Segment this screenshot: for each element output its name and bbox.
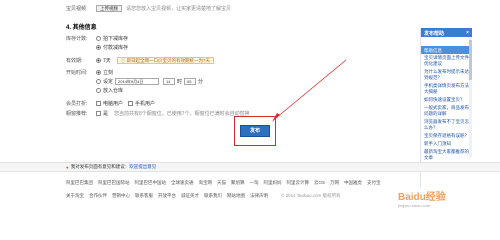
validity-row: 有效期: 7天 ⓘ 即日起全网一口价宝贝的有效期统一为7天 (66, 56, 215, 64)
option-mobile-user: 手机用户 (135, 100, 156, 107)
sidebar-item[interactable]: 宝贝保存退格有误呢？ (421, 132, 472, 140)
radio-order-reduce[interactable] (96, 35, 101, 41)
sidebar-item[interactable]: 宝贝详情页面上传文件优化建议 (421, 54, 472, 68)
radio-start-set[interactable] (96, 78, 101, 84)
footer-link[interactable]: 开放平台 (158, 193, 176, 199)
footer-link[interactable]: 营销中心 (112, 193, 130, 199)
video-label: 宝贝视频 (66, 5, 87, 12)
sidebar-item[interactable]: 手机类详情页发布方法大揭秘 (421, 82, 472, 96)
sidebar-scroll-thumb[interactable] (469, 40, 472, 80)
feedback-link[interactable]: 欢迎提出意见 (129, 164, 156, 170)
section-title: 4. 其他信息 (66, 25, 97, 31)
video-row: 宝贝视频 上传视频 请您您放入宝贝视频，让买家更清楚地了解宝贝 (66, 4, 231, 12)
footer-link[interactable]: 阿里妈妈 (264, 180, 282, 186)
sidebar-item[interactable]: 一般式卖家，商品发布问题的详解 (421, 104, 472, 118)
radio-warehouse[interactable] (96, 87, 101, 93)
hour-sep: 时 (177, 78, 183, 85)
recommend-row: 橱窗推荐: 是 您当前共有8个橱窗位，已使用7个，橱窗位已满时会自动替换 (66, 109, 250, 117)
footer-links-row1: 阿里巴巴集团 阿里巴巴国际站 阿里巴巴中国站 全球速卖通 淘宝网 天猫 聚划算 … (66, 180, 406, 186)
minute-sep: 分 (198, 78, 204, 85)
footer-link[interactable]: 阿里巴巴国际站 (98, 180, 130, 186)
option-warehouse: 放入仓库 (103, 87, 124, 94)
inventory-label: 库存计数: (66, 35, 88, 42)
member-row: 会员打折: 电脑用户 手机用户 (66, 99, 155, 107)
footer-link[interactable]: 合作伙伴 (89, 193, 107, 199)
footer-link[interactable]: 诚征英才 (181, 193, 199, 199)
member-label: 会员打折: (66, 100, 88, 107)
start-time-set-row: 设定 2014年9月4日 14 时 05 分 (96, 77, 203, 85)
annotation-arrow (272, 59, 347, 122)
feedback-strip: ● 我对发布页面有意见和建议： 欢迎提出意见 (0, 162, 500, 172)
option-7days: 7天 (103, 57, 111, 64)
footer-link[interactable]: 阿里巴巴中国站 (135, 180, 167, 186)
option-recommend: 是 (103, 110, 109, 117)
sidebar-item[interactable]: 最新淘宝大家都推荐的文章 (421, 148, 472, 162)
inventory-row: 库存计数: 拍下减库存 (66, 34, 128, 42)
footer-link[interactable]: 支付宝 (367, 180, 381, 186)
footer-links-row2: 关于淘宝 合作伙伴 营销中心 联系客服 开放平台 诚征英才 联系我们 网站地图 … (66, 193, 406, 199)
option-pay-reduce: 付款减库存 (103, 44, 129, 51)
video-hint: 请您您放入宝贝视频，让买家更清楚地了解宝贝 (126, 5, 232, 12)
option-pc-user: 电脑用户 (103, 100, 124, 107)
footer-link[interactable]: 云OS (314, 180, 325, 186)
checkbox-pc-user[interactable] (96, 100, 101, 106)
start-time-label: 开始时间: (66, 69, 88, 76)
close-icon[interactable]: × (466, 30, 469, 36)
footer-link[interactable]: 阿里云计算 (287, 180, 310, 186)
checkbox-mobile-user[interactable] (128, 100, 134, 106)
footer-link[interactable]: 阿里巴巴集团 (66, 180, 93, 186)
copyright: © 2014 Taobao.com 版权所有 (281, 193, 341, 198)
sidebar-title: 发布帮助 (424, 31, 445, 37)
notice-text: 即日起全网一口价宝贝的有效期统一为7天 (126, 57, 211, 63)
sidebar-item[interactable]: 为什么发布时提示未达到规范？ (421, 68, 472, 82)
footer-link[interactable]: 网站地图 (227, 193, 245, 199)
sidebar-header: 发布帮助 × (421, 28, 472, 37)
sidebar-item[interactable]: 新手入门须知 (421, 140, 472, 148)
footer-link[interactable]: 一淘 (250, 180, 259, 186)
footer-link[interactable]: 联系客服 (135, 193, 153, 199)
option-start-set: 设定 (103, 78, 114, 85)
recommend-hint: 您当前共有8个橱窗位，已使用7个，橱窗位已满时会自动替换 (114, 110, 250, 117)
watermark-url: jingyan.baidu.com (398, 203, 431, 208)
minute-select[interactable]: 05 (184, 77, 197, 85)
date-input[interactable]: 2014年9月4日 (115, 77, 160, 85)
radio-pay-reduce[interactable] (96, 44, 101, 50)
footer-link[interactable]: 万网 (330, 180, 339, 186)
publish-button[interactable]: 发布 (240, 125, 270, 137)
radio-start-now[interactable] (96, 69, 101, 75)
sidebar-item[interactable]: 如何快速设置宝贝？ (421, 96, 472, 104)
sidebar-line (421, 37, 472, 44)
recommend-label: 橱窗推荐: (66, 110, 88, 117)
inventory-row-2: 付款减库存 (96, 43, 128, 51)
footer-link[interactable]: 法律声明 (250, 193, 268, 199)
watermark-text: Baidu经验 (398, 192, 446, 203)
hour-select[interactable]: 14 (163, 77, 176, 85)
validity-notice: ⓘ 即日起全网一口价宝贝的有效期统一为7天 (116, 56, 215, 64)
footer-link[interactable]: 全球速卖通 (171, 180, 194, 186)
feedback-prefix: 我对发布页面有意见和建议： (70, 164, 130, 169)
validity-label: 有效期: (66, 57, 83, 64)
upload-video-button[interactable]: 上传视频 (96, 4, 122, 12)
start-time-row: 开始时间: 立刻 (66, 68, 113, 76)
option-order-reduce: 拍下减库存 (103, 35, 129, 42)
warehouse-row: 放入仓库 (96, 86, 123, 94)
option-start-now: 立刻 (103, 69, 114, 76)
radio-7days[interactable] (96, 57, 101, 63)
footer-link[interactable]: 淘宝网 (199, 180, 213, 186)
feedback-icon: ● (66, 164, 69, 170)
footer-link[interactable]: 聚划算 (231, 180, 245, 186)
footer-link[interactable]: 关于淘宝 (66, 193, 84, 199)
footer-link[interactable]: 中国雅虎 (344, 180, 362, 186)
watermark: Baidu经验 jingyan.baidu.com (398, 188, 446, 208)
footer-link[interactable]: 联系我们 (204, 193, 222, 199)
sidebar-item[interactable]: 浏览器发布不了宝贝怎么办？ (421, 118, 472, 132)
sidebar-subheader: 帮助信息 (421, 46, 472, 54)
checkbox-recommend[interactable] (96, 110, 101, 116)
footer-link[interactable]: 天猫 (217, 180, 226, 186)
